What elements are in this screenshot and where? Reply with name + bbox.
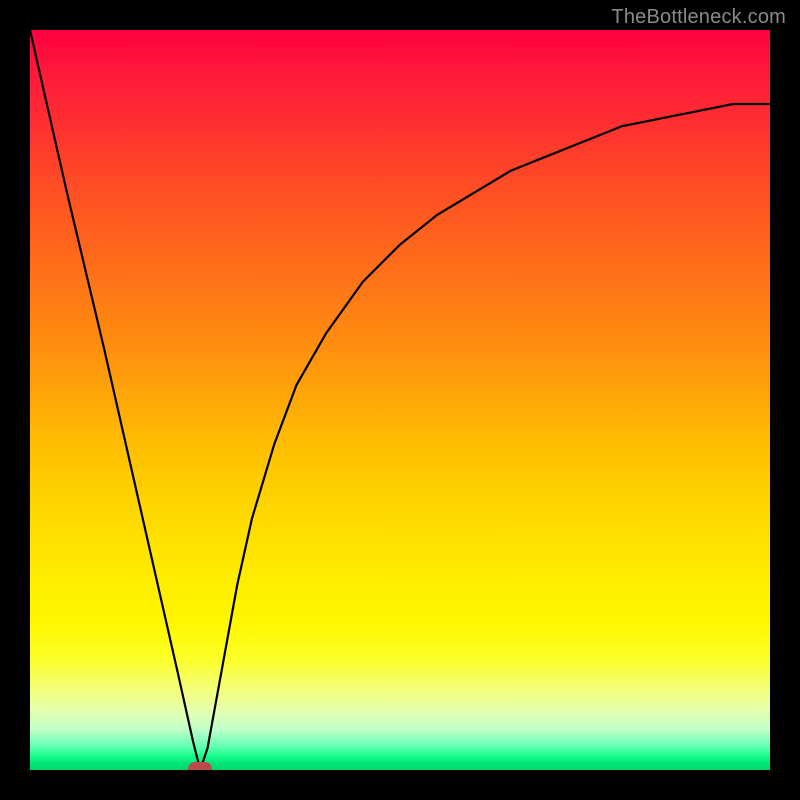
- plot-area: [30, 30, 770, 770]
- watermark-text: TheBottleneck.com: [611, 6, 786, 29]
- minimum-marker: [188, 762, 212, 770]
- chart-frame: TheBottleneck.com: [0, 0, 800, 800]
- bottleneck-curve: [30, 30, 770, 770]
